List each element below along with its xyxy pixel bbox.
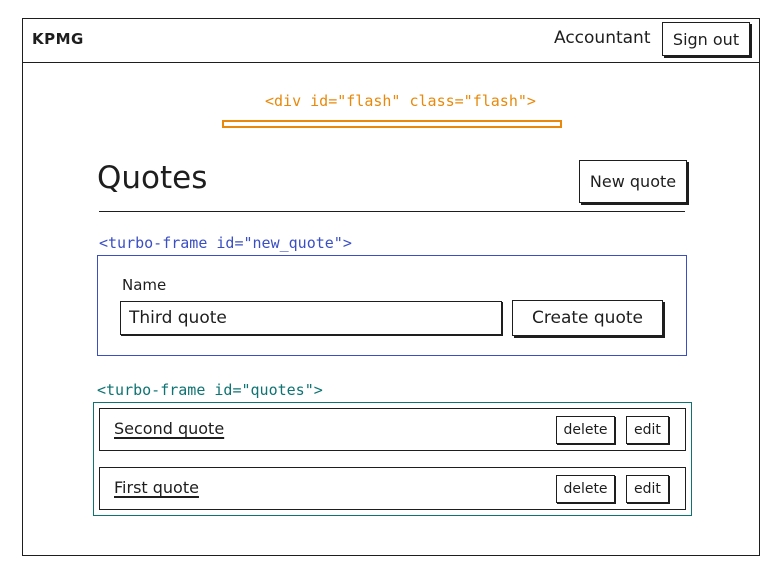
navbar: KPMG Accountant Sign out (22, 18, 760, 63)
new-quote-button[interactable]: New quote (579, 160, 687, 203)
user-role: Accountant (554, 28, 651, 48)
edit-button[interactable]: edit (626, 416, 669, 444)
delete-button[interactable]: delete (556, 416, 615, 444)
flash-container (222, 120, 562, 128)
name-input[interactable] (120, 301, 502, 335)
create-quote-button[interactable]: Create quote (512, 300, 663, 336)
page-title: Quotes (97, 160, 208, 196)
delete-button[interactable]: delete (556, 475, 615, 503)
quotes-frame-annotation: <turbo-frame id="quotes"> (97, 381, 323, 399)
new-quote-frame-annotation: <turbo-frame id="new_quote"> (99, 234, 352, 252)
sign-out-button[interactable]: Sign out (662, 22, 750, 56)
quote-link[interactable]: Second quote (114, 419, 224, 438)
quote-link[interactable]: First quote (114, 478, 199, 497)
brand-logo[interactable]: KPMG (32, 30, 84, 48)
name-field-label: Name (122, 276, 167, 294)
flash-annotation: <div id="flash" class="flash"> (265, 92, 536, 110)
quote-row: Second quote delete edit (99, 408, 686, 451)
edit-button[interactable]: edit (626, 475, 669, 503)
quote-row: First quote delete edit (99, 467, 686, 510)
title-divider (99, 211, 685, 212)
